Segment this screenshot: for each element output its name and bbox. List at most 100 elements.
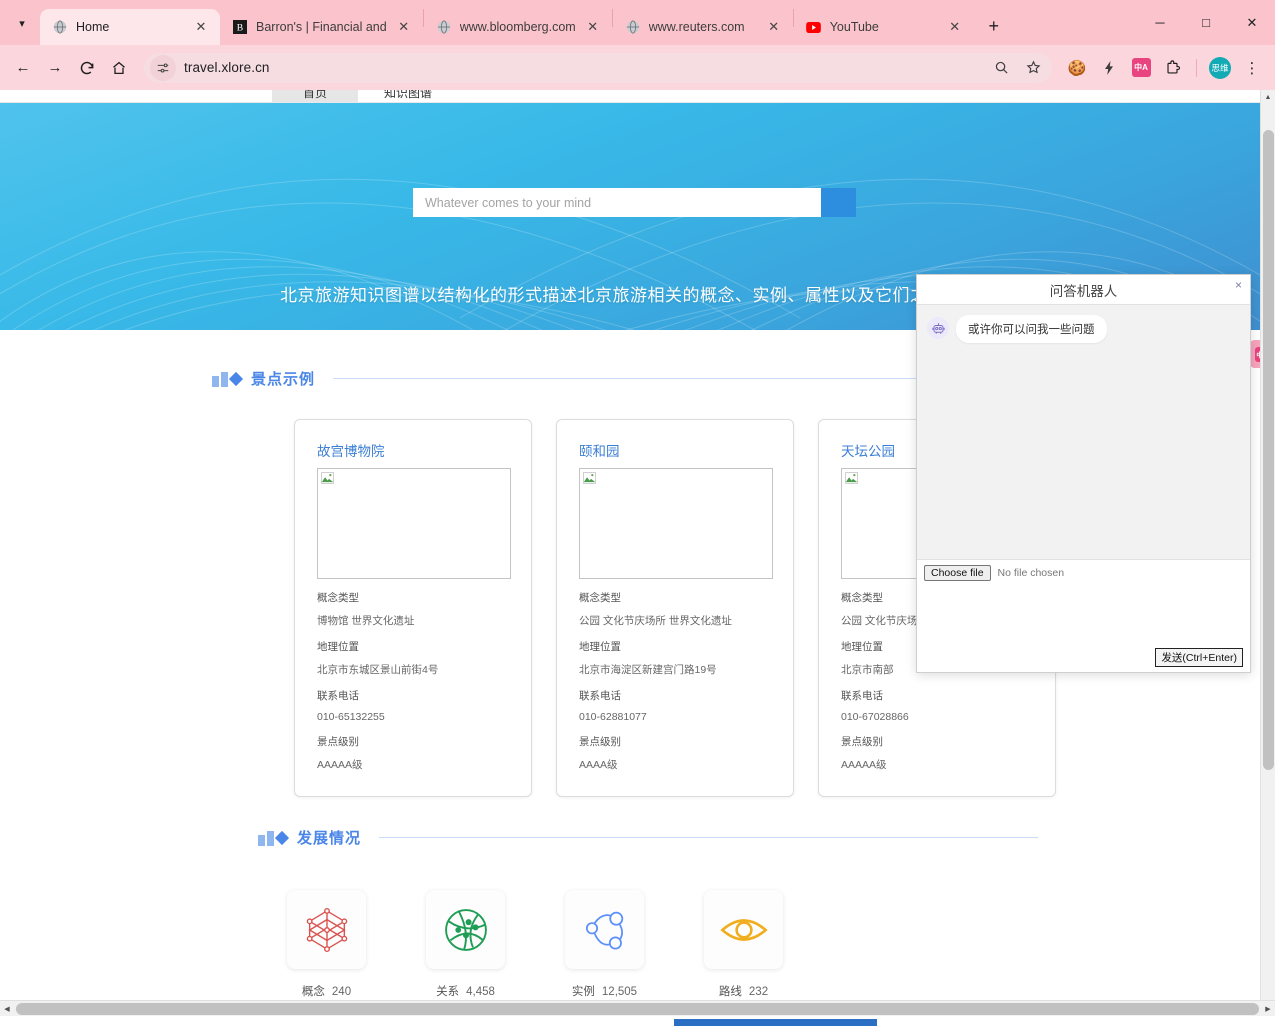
field-value-phone: 010-67028866 <box>841 711 909 723</box>
close-icon[interactable]: × <box>1235 278 1242 292</box>
attraction-name[interactable]: 颐和园 <box>579 440 771 460</box>
section-header-development: 发展情况 <box>258 827 1038 848</box>
tab-close-icon[interactable]: ✕ <box>192 18 210 36</box>
toolbar-divider <box>1196 58 1197 77</box>
tab-search-button[interactable]: ▾ <box>8 9 36 37</box>
vertical-scrollbar[interactable]: ▲ ▼ <box>1260 90 1275 1010</box>
chat-message-list: 或许你可以问我一些问题 <box>917 305 1250 559</box>
globe-icon <box>52 19 68 35</box>
chat-message: 或许你可以问我一些问题 <box>917 315 1250 343</box>
scroll-left-icon[interactable]: ◀ <box>0 1005 14 1013</box>
send-button[interactable]: 发送(Ctrl+Enter) <box>1155 648 1243 667</box>
browser-tab-bloomberg[interactable]: www.bloomberg.com ✕ <box>424 9 612 45</box>
browser-tab-reuters[interactable]: www.reuters.com ✕ <box>613 9 793 45</box>
lightning-icon[interactable] <box>1094 53 1124 83</box>
tab-close-icon[interactable]: ✕ <box>765 18 783 36</box>
attraction-image <box>579 468 773 579</box>
chat-input[interactable] <box>917 586 1250 646</box>
close-window-button[interactable]: ✕ <box>1229 3 1275 43</box>
stat-value: 12,505 <box>601 986 638 998</box>
globe-icon <box>436 19 452 35</box>
chat-input-area: 发送(Ctrl+Enter) <box>917 586 1250 672</box>
scroll-up-icon[interactable]: ▲ <box>1261 90 1275 105</box>
field-value-phone: 010-62881077 <box>579 711 647 723</box>
field-label-level: 景点级别 <box>579 736 621 748</box>
field-label-type: 概念类型 <box>579 592 621 604</box>
search-submit-button[interactable] <box>623 188 856 217</box>
stat-item-relations[interactable]: 关系 4,458 <box>426 890 505 999</box>
browser-window: ▾ Home ✕ B Barron's | Financial and ✕ ww… <box>0 0 1275 1031</box>
barrons-icon: B <box>232 19 248 35</box>
chat-file-row: Choose file No file chosen <box>917 559 1250 586</box>
maximize-button[interactable]: □ <box>1183 3 1229 43</box>
chat-title: 问答机器人 <box>1049 283 1118 299</box>
attraction-card[interactable]: 故宫博物院 概念类型 博物馆 世界文化遗址 地理位置 北京市东城区景山前街4号 … <box>294 419 532 797</box>
broken-image-icon <box>321 472 334 484</box>
minimize-button[interactable]: ─ <box>1137 3 1183 43</box>
field-value-type: 公园 文化节庆场所 世界文化遗址 <box>579 615 732 627</box>
stat-label: 路线 232 <box>719 983 768 999</box>
home-button[interactable] <box>104 53 134 83</box>
stat-value: 240 <box>331 986 352 998</box>
stat-item-routes[interactable]: 路线 232 <box>704 890 783 999</box>
tab-close-icon[interactable]: ✕ <box>584 18 602 36</box>
tab-close-icon[interactable]: ✕ <box>946 18 964 36</box>
stat-label: 概念 240 <box>302 983 351 999</box>
reload-button[interactable] <box>72 53 102 83</box>
url-text: travel.xlore.cn <box>184 60 270 75</box>
tune-icon[interactable] <box>150 54 176 81</box>
search-icon[interactable] <box>986 53 1016 83</box>
attraction-card[interactable]: 颐和园 概念类型 公园 文化节庆场所 世界文化遗址 地理位置 北京市海淀区新建宫… <box>556 419 794 797</box>
field-label-phone: 联系电话 <box>841 690 883 702</box>
stat-name: 实例 <box>571 986 595 998</box>
back-button[interactable]: ← <box>8 53 38 83</box>
stat-item-instances[interactable]: 实例 12,505 <box>565 890 644 999</box>
avatar-label: 思维 <box>1209 56 1231 79</box>
stat-name: 关系 <box>436 986 460 998</box>
nav-item-home[interactable]: 首页 <box>272 90 358 102</box>
attraction-name[interactable]: 故宫博物院 <box>317 440 509 460</box>
translate-badge: 中A <box>1131 58 1151 77</box>
layered-network-icon <box>287 890 366 969</box>
field-value-level: AAAA级 <box>579 759 618 771</box>
blocks-diamond-icon <box>212 371 244 387</box>
tab-title: Home <box>76 20 110 34</box>
field-value-phone: 010-65132255 <box>317 711 385 723</box>
address-bar[interactable]: travel.xlore.cn <box>144 52 1052 83</box>
browser-tab-home[interactable]: Home ✕ <box>40 9 220 45</box>
chat-widget: 问答机器人 × 或许你可以问我一些问题 Choose file No file … <box>916 274 1251 673</box>
tab-close-icon[interactable]: ✕ <box>395 18 413 36</box>
horizontal-scrollbar[interactable]: ◀ ▶ <box>0 1000 1275 1016</box>
chat-bubble-text: 或许你可以问我一些问题 <box>956 315 1107 343</box>
robot-icon <box>927 317 949 339</box>
choose-file-button[interactable]: Choose file <box>924 565 991 581</box>
cookie-icon[interactable]: 🍪 <box>1062 53 1092 83</box>
browser-tab-youtube[interactable]: YouTube ✕ <box>794 9 974 45</box>
vertical-scroll-thumb[interactable] <box>1263 130 1274 770</box>
forward-button[interactable]: → <box>40 53 70 83</box>
no-file-label: No file chosen <box>997 567 1065 579</box>
window-controls: ─ □ ✕ <box>1137 0 1275 45</box>
horizontal-scroll-thumb[interactable] <box>16 1002 1259 1015</box>
browser-tab-barrons[interactable]: B Barron's | Financial and ✕ <box>220 9 423 45</box>
field-value-level: AAAAA级 <box>317 759 363 771</box>
stat-item-concepts[interactable]: 概念 240 <box>287 890 366 999</box>
field-label-location: 地理位置 <box>317 641 359 653</box>
field-label-type: 概念类型 <box>317 592 359 604</box>
field-label-level: 景点级别 <box>317 736 359 748</box>
scroll-right-icon[interactable]: ▶ <box>1261 1005 1275 1013</box>
field-value-type: 博物馆 世界文化遗址 <box>317 615 415 627</box>
menu-icon[interactable]: ⋮ <box>1237 53 1267 83</box>
broken-image-icon <box>583 472 596 484</box>
star-icon[interactable] <box>1018 53 1048 83</box>
new-tab-button[interactable]: + <box>980 12 1008 40</box>
section-header-attractions: 景点示例 <box>212 368 1037 389</box>
field-value-location: 北京市东城区景山前街4号 <box>317 664 439 676</box>
extensions-icon[interactable] <box>1158 53 1188 83</box>
profile-avatar[interactable]: 思维 <box>1205 53 1235 83</box>
translate-icon[interactable]: 中A <box>1126 53 1156 83</box>
stats-row: 概念 240 关系 4,458 实例 12,505 路线 232 <box>0 890 1260 999</box>
tab-strip: ▾ Home ✕ B Barron's | Financial and ✕ ww… <box>0 0 1275 45</box>
attraction-image <box>317 468 511 579</box>
nav-item-kg[interactable]: 知识图谱 <box>358 90 458 102</box>
